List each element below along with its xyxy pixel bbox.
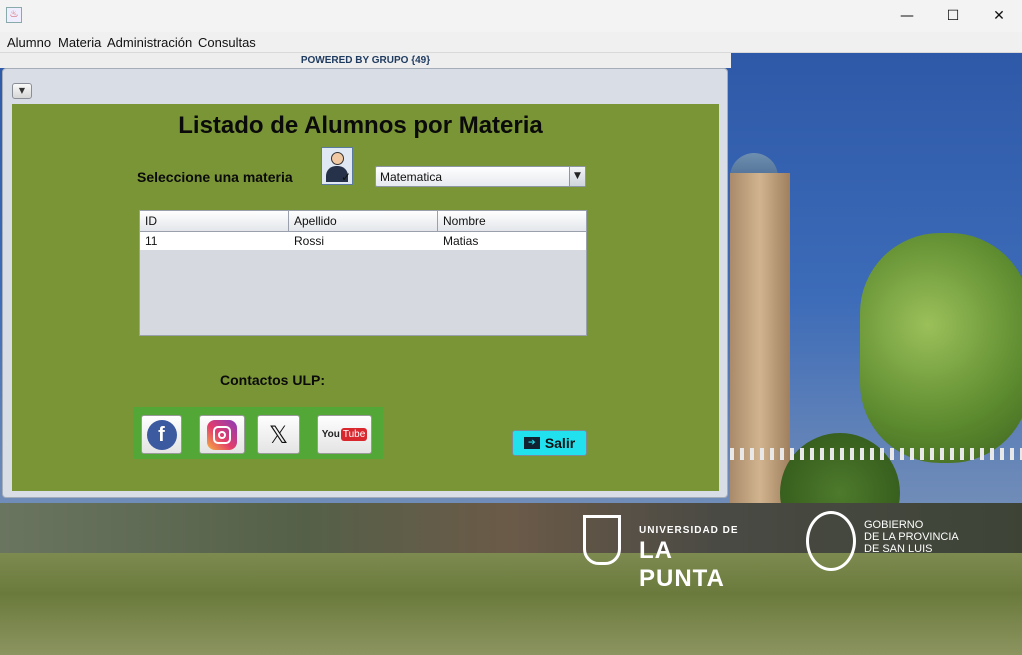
menu-materia[interactable]: Materia [58, 35, 101, 50]
ulp-logo: UNIVERSIDAD DE LA PUNTA [583, 515, 743, 592]
user-check-icon: ✓ [321, 147, 353, 185]
menu-administracion[interactable]: Administración [107, 35, 192, 50]
fence [730, 448, 1022, 460]
contacts-label: Contactos ULP: [220, 372, 325, 388]
cell-apellido: Rossi [294, 234, 325, 248]
cell-id: 11 [145, 234, 158, 248]
ulp-logo-subtitle: UNIVERSIDAD DE [639, 525, 739, 536]
materia-select-label: Seleccione una materia [137, 169, 293, 185]
powered-by-banner: POWERED BY GRUPO {49} [0, 53, 731, 68]
table-row[interactable]: 11 Rossi Matias [140, 232, 586, 250]
column-header-id[interactable]: ID [140, 211, 289, 231]
menu-alumno[interactable]: Alumno [7, 35, 51, 50]
close-button[interactable]: ✕ [976, 0, 1022, 32]
social-links: f 𝕏 You Tube [133, 407, 383, 459]
cell-nombre: Matias [443, 234, 479, 248]
facebook-button[interactable]: f [141, 415, 182, 454]
salir-button[interactable]: ➔ Salir [512, 430, 587, 456]
java-app-icon[interactable]: ♨ [6, 7, 22, 23]
gobierno-logo: GOBIERNO DE LA PROVINCIA DE SAN LUIS [806, 511, 976, 575]
alumnos-table: ID Apellido Nombre 11 Rossi Matias [139, 210, 587, 336]
page-title: Listado de Alumnos por Materia [178, 112, 543, 139]
facebook-icon: f [146, 419, 177, 450]
menu-consultas[interactable]: Consultas [198, 35, 256, 50]
window-titlebar: ♨ — ☐ ✕ [0, 0, 1022, 32]
maximize-button[interactable]: ☐ [930, 0, 976, 32]
column-header-nombre[interactable]: Nombre [438, 211, 586, 231]
tree [860, 233, 1022, 463]
instagram-icon [207, 419, 237, 450]
menu-bar: Alumno Materia Administración Consultas [0, 32, 1022, 53]
minimize-button[interactable]: — [884, 0, 930, 32]
salir-label: Salir [544, 435, 576, 451]
table-header: ID Apellido Nombre [140, 211, 586, 232]
ulp-shield-icon [583, 515, 621, 565]
exit-icon: ➔ [523, 437, 540, 449]
chevron-down-icon[interactable]: ▼ [12, 83, 32, 99]
instagram-button[interactable] [199, 415, 245, 454]
x-button[interactable]: 𝕏 [257, 415, 300, 454]
gobierno-logo-text: GOBIERNO DE LA PROVINCIA DE SAN LUIS [864, 519, 959, 555]
ulp-logo-title: LA PUNTA [639, 537, 725, 592]
youtube-button[interactable]: You Tube [317, 415, 372, 454]
youtube-icon: You Tube [321, 428, 368, 441]
listado-panel: Listado de Alumnos por Materia Seleccion… [12, 104, 719, 491]
x-icon: 𝕏 [268, 420, 289, 449]
internal-frame: ▼ Listado de Alumnos por Materia Selecci… [2, 68, 728, 498]
column-header-apellido[interactable]: Apellido [289, 211, 438, 231]
caret-down-icon[interactable]: ▼ [569, 167, 585, 186]
materia-combobox-value: Matematica [380, 170, 443, 184]
gobierno-seal-icon [806, 511, 856, 571]
materia-combobox[interactable]: Matematica ▼ [375, 166, 586, 187]
